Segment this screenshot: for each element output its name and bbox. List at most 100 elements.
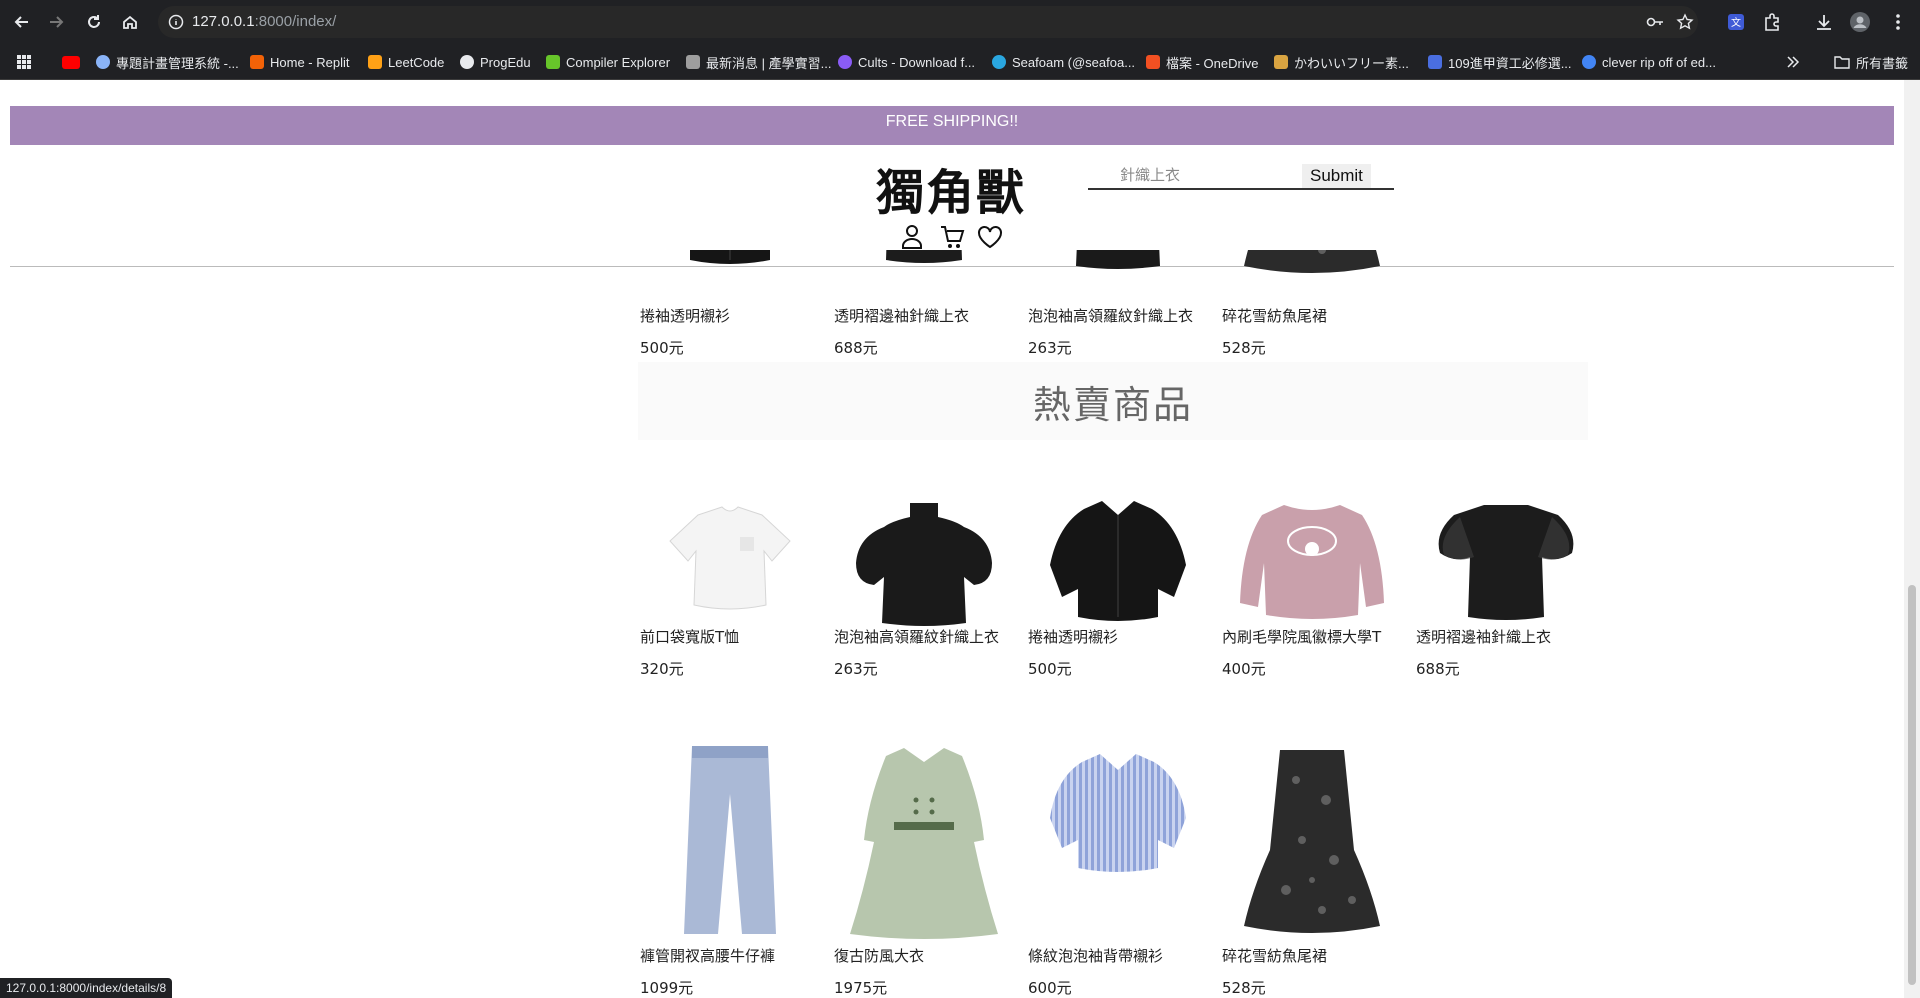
product-image[interactable]	[1028, 740, 1208, 940]
product-card[interactable]: 褲管開衩高腰牛仔褲 1099元	[640, 740, 820, 998]
product-image[interactable]	[640, 485, 820, 635]
bookmark-7[interactable]: Cults - Download f...	[838, 44, 975, 80]
link-status-bar: 127.0.0.1:8000/index/details/8	[0, 978, 173, 998]
product-price: 528元	[1222, 979, 1266, 997]
product-name[interactable]: 復古防風大衣	[834, 945, 924, 966]
product-name[interactable]: 碎花雪紡魚尾裙	[1222, 305, 1327, 326]
product-price: 1975元	[834, 979, 888, 997]
product-card[interactable]: 泡泡袖高領羅紋針織上衣 263元	[1028, 250, 1208, 359]
product-card[interactable]: 透明褶邊袖針織上衣 688元	[1416, 485, 1596, 680]
product-card[interactable]: 碎花雪紡魚尾裙 528元	[1222, 250, 1402, 359]
more-bookmarks-icon[interactable]	[1786, 44, 1800, 80]
bookmark-label: Cults - Download f...	[858, 54, 976, 70]
translate-icon[interactable]: 文	[1724, 10, 1748, 34]
product-price: 263元	[1028, 339, 1072, 357]
folder-icon	[1834, 56, 1850, 69]
bookmark-8[interactable]: Seafoam (@seafoa...	[992, 44, 1135, 80]
product-image[interactable]	[1222, 250, 1402, 294]
product-name[interactable]: 捲袖透明襯衫	[1028, 626, 1118, 647]
bookmark-5[interactable]: Compiler Explorer	[546, 44, 670, 80]
bookmark-label: LeetCode	[388, 54, 445, 70]
password-key-icon[interactable]	[1646, 14, 1664, 34]
page-viewport: FREE SHIPPING!! 獨角獸 Submit 捲袖透明襯衫500元透明褶…	[0, 80, 1904, 998]
product-image[interactable]	[1028, 250, 1208, 294]
bookmark-3[interactable]: LeetCode	[368, 44, 444, 80]
product-price: 263元	[834, 660, 878, 678]
bookmark-12[interactable]: clever rip off of ed...	[1582, 44, 1716, 80]
address-bar[interactable]: 127.0.0.1:8000/index/	[158, 6, 1698, 38]
product-name[interactable]: 透明褶邊袖針織上衣	[1416, 626, 1551, 647]
product-image[interactable]	[640, 250, 820, 294]
url-host: 127.0.0.1	[192, 13, 255, 30]
page-scrollbar[interactable]	[1904, 80, 1920, 998]
cart-icon[interactable]	[938, 223, 966, 251]
forward-icon[interactable]	[44, 10, 68, 34]
product-card[interactable]: 捲袖透明襯衫 500元	[1028, 485, 1208, 680]
bookmark-favicon	[250, 55, 264, 69]
product-card[interactable]: 捲袖透明襯衫 500元	[640, 250, 820, 359]
product-card[interactable]: 前口袋寬版T恤 320元	[640, 485, 820, 680]
product-card[interactable]: 復古防風大衣 1975元	[834, 740, 1014, 998]
bookmark-10[interactable]: かわいいフリー素...	[1274, 44, 1409, 80]
product-name[interactable]: 前口袋寬版T恤	[640, 626, 739, 647]
bookmark-2[interactable]: Home - Replit	[250, 44, 349, 80]
product-price: 400元	[1222, 660, 1266, 678]
bookmark-4[interactable]: ProgEdu	[460, 44, 531, 80]
heart-icon[interactable]	[976, 223, 1004, 251]
product-card[interactable]: 泡泡袖高領羅紋針織上衣 263元	[834, 485, 1014, 680]
product-name[interactable]: 褲管開衩高腰牛仔褲	[640, 945, 775, 966]
bookmark-label: 檔案 - OneDrive	[1166, 55, 1259, 71]
bookmark-favicon	[460, 55, 474, 69]
home-icon[interactable]	[118, 10, 142, 34]
product-name[interactable]: 透明褶邊袖針織上衣	[834, 305, 969, 326]
product-image[interactable]	[1222, 740, 1402, 940]
product-image[interactable]	[640, 740, 820, 940]
product-card[interactable]: 內刷毛學院風徽標大學T 400元	[1222, 485, 1402, 680]
extensions-icon[interactable]	[1760, 10, 1784, 34]
product-name[interactable]: 內刷毛學院風徽標大學T	[1222, 626, 1381, 647]
product-card[interactable]: 條紋泡泡袖背帶襯衫 600元	[1028, 740, 1208, 998]
url-path: :8000/index/	[254, 13, 337, 30]
bookmark-6[interactable]: 最新消息 | 產學實習...	[686, 44, 831, 80]
apps-grid-icon[interactable]	[16, 44, 32, 80]
product-name[interactable]: 泡泡袖高領羅紋針織上衣	[1028, 305, 1193, 326]
bookmark-youtube[interactable]	[62, 44, 86, 80]
profile-avatar-icon[interactable]	[1848, 10, 1872, 34]
all-bookmarks-label: 所有書籤	[1856, 55, 1909, 71]
search-input[interactable]	[1088, 162, 1298, 188]
bookmark-label: ProgEdu	[480, 54, 531, 70]
bookmark-label: 專題計畫管理系統 -...	[116, 55, 239, 71]
product-card[interactable]: 碎花雪紡魚尾裙 528元	[1222, 740, 1402, 998]
site-logo[interactable]: 獨角獸	[876, 153, 1026, 223]
product-name[interactable]: 泡泡袖高領羅紋針織上衣	[834, 626, 999, 647]
menu-kebab-icon[interactable]	[1886, 10, 1910, 34]
bookmark-9[interactable]: 檔案 - OneDrive	[1146, 44, 1258, 80]
url-text: 127.0.0.1:8000/index/	[192, 13, 336, 30]
product-name[interactable]: 捲袖透明襯衫	[640, 305, 730, 326]
product-card[interactable]: 透明褶邊袖針織上衣 688元	[834, 250, 1014, 359]
bookmark-label: 最新消息 | 產學實習...	[706, 55, 832, 71]
user-icon[interactable]	[898, 223, 926, 251]
bookmark-favicon	[992, 55, 1006, 69]
product-image[interactable]	[1028, 485, 1208, 635]
download-icon[interactable]	[1812, 10, 1836, 34]
product-image[interactable]	[1222, 485, 1402, 635]
bookmark-11[interactable]: 109進甲資工必修選...	[1428, 44, 1572, 80]
site-info-icon[interactable]	[168, 14, 184, 34]
scrollbar-thumb[interactable]	[1908, 585, 1916, 985]
section-title: 熱賣商品	[1032, 383, 1193, 427]
product-image[interactable]	[834, 250, 1014, 294]
product-image[interactable]	[834, 485, 1014, 635]
reload-icon[interactable]	[82, 10, 106, 34]
bookmark-favicon	[838, 55, 852, 69]
product-price: 500元	[640, 339, 684, 357]
all-bookmarks[interactable]: 所有書籤	[1834, 44, 1908, 80]
product-image[interactable]	[1416, 485, 1596, 635]
product-name[interactable]: 條紋泡泡袖背帶襯衫	[1028, 945, 1163, 966]
submit-button[interactable]: Submit	[1302, 164, 1371, 188]
product-name[interactable]: 碎花雪紡魚尾裙	[1222, 945, 1327, 966]
bookmark-1[interactable]: 專題計畫管理系統 -...	[96, 44, 239, 80]
back-icon[interactable]	[10, 10, 34, 34]
product-image[interactable]	[834, 740, 1014, 940]
bookmark-star-icon[interactable]	[1676, 13, 1694, 35]
